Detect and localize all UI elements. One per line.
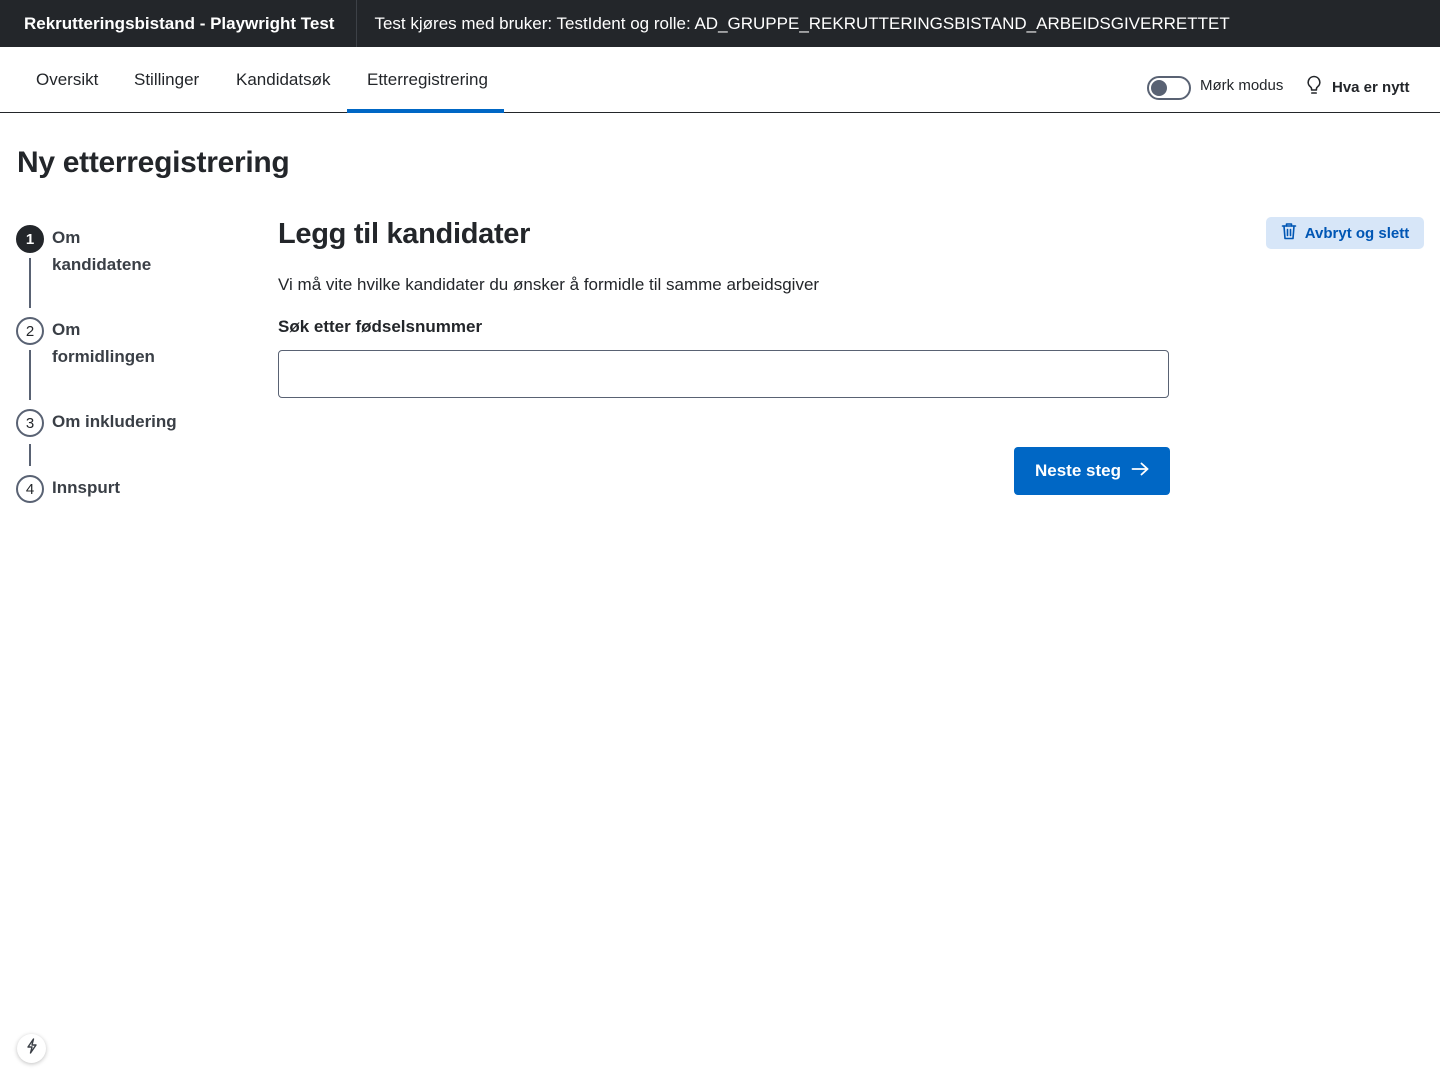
step-number: 2 — [16, 317, 44, 345]
lightning-icon — [25, 1038, 39, 1059]
section-description: Vi må vite hvilke kandidater du ønsker å… — [278, 275, 820, 294]
trash-icon — [1281, 222, 1297, 244]
tab-oversikt[interactable]: Oversikt — [18, 48, 116, 112]
step-connector — [29, 258, 31, 308]
test-user-info: Test kjøres med bruker: TestIdent og rol… — [374, 13, 1230, 33]
dark-mode-toggle[interactable] — [1147, 76, 1191, 100]
tab-etterregistrering[interactable]: Etterregistrering — [347, 48, 504, 113]
tab-stillinger[interactable]: Stillinger — [116, 48, 217, 112]
arrow-right-icon — [1131, 461, 1149, 481]
step-number: 3 — [16, 409, 44, 437]
tab-kandidatsok[interactable]: Kandidatsøk — [218, 48, 349, 112]
tab-label: Etterregistrering — [367, 70, 488, 89]
app-title[interactable]: Rekrutteringsbistand - Playwright Test — [0, 0, 358, 47]
next-step-button[interactable]: Neste steg — [1014, 447, 1170, 495]
dark-mode-label: Mørk modus — [1200, 77, 1284, 94]
step-innspurt[interactable]: 4 Innspurt — [16, 475, 222, 503]
cancel-and-delete-label: Avbryt og slett — [1304, 224, 1410, 242]
tab-label: Oversikt — [36, 70, 99, 89]
step-number: 4 — [16, 475, 44, 503]
birth-number-search-input[interactable] — [278, 350, 1169, 398]
cancel-and-delete-button[interactable]: Avbryt og slett — [1266, 217, 1424, 249]
step-number: 1 — [16, 225, 44, 253]
search-field-label: Søk etter fødselsnummer — [278, 317, 483, 336]
step-label: Om inkludering — [52, 412, 177, 431]
tab-label: Stillinger — [134, 70, 200, 89]
step-connector — [29, 350, 31, 400]
step-om-inkludering[interactable]: 3 Om inkludering — [16, 409, 222, 437]
section-title: Legg til kandidater — [278, 218, 531, 250]
step-label: Om formidlingen — [52, 320, 155, 366]
whats-new-label: Hva er nytt — [1332, 78, 1410, 96]
whats-new-button[interactable]: Hva er nytt — [1304, 74, 1410, 100]
toggle-knob — [1151, 80, 1167, 96]
step-label: Innspurt — [52, 478, 120, 497]
page-title: Ny etterregistrering — [17, 146, 290, 179]
dev-tools-button[interactable] — [17, 1034, 46, 1063]
next-step-label: Neste steg — [1035, 461, 1121, 480]
lightbulb-icon — [1304, 74, 1324, 100]
step-om-kandidatene[interactable]: 1 Om kandidatene — [16, 225, 162, 278]
top-header: Rekrutteringsbistand - Playwright Test T… — [0, 0, 1440, 47]
main-navigation: Oversikt Stillinger Kandidatsøk Etterreg… — [0, 48, 1440, 113]
step-om-formidlingen[interactable]: 2 Om formidlingen — [16, 317, 162, 370]
step-label: Om kandidatene — [52, 228, 152, 274]
tab-label: Kandidatsøk — [236, 70, 331, 89]
step-connector — [29, 444, 31, 466]
